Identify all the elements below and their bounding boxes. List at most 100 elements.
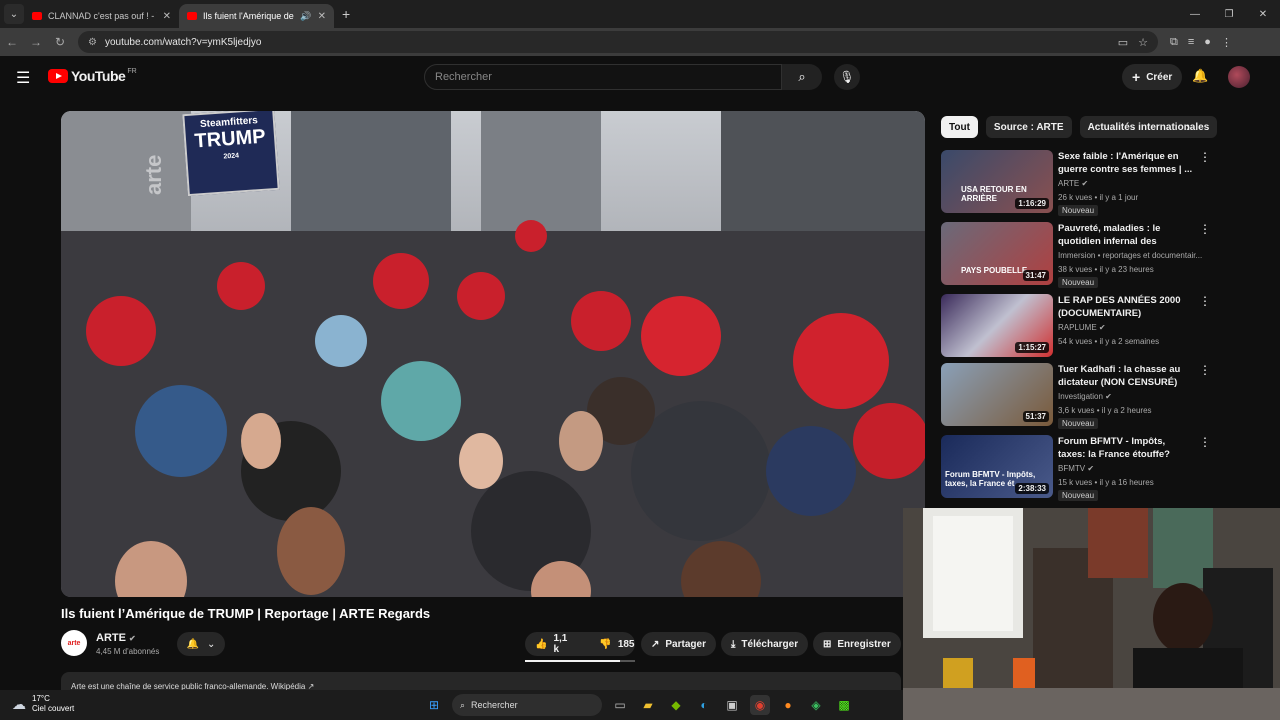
nvidia-icon[interactable]: ◆ <box>666 695 686 715</box>
rec-channel[interactable]: BFMTV ✔ <box>1058 464 1208 473</box>
account-avatar[interactable] <box>1228 66 1250 88</box>
reading-list-icon[interactable]: ≡ <box>1188 36 1194 49</box>
notifications-bell-icon[interactable]: 🔔 <box>1192 68 1208 84</box>
rec-title[interactable]: Tuer Kadhafi : la chasse au dictateur (N… <box>1058 363 1193 389</box>
dislike-count: 185 <box>617 638 635 650</box>
share-button[interactable]: ↗ Partager <box>641 632 716 656</box>
filter-chips: Tout Source : ARTE Actualités internatio… <box>941 116 1218 138</box>
chrome-icon[interactable]: ◉ <box>750 695 770 715</box>
tab-active-video[interactable]: Ils fuient l'Amérique de TRU 🔊 ✕ <box>179 4 334 28</box>
browser-menu-icon[interactable]: ⋮ <box>1221 36 1232 49</box>
microphone-icon: 🎙 <box>839 70 855 84</box>
extensions-icon[interactable]: ⧉ <box>1170 36 1178 49</box>
thumbs-up-icon: 👍 <box>535 638 548 650</box>
plus-icon: + <box>1132 69 1141 85</box>
hamburger-menu-icon[interactable]: ☰ <box>16 68 30 88</box>
task-view-icon[interactable]: ▭ <box>610 695 630 715</box>
voice-search-button[interactable]: 🎙 <box>834 64 860 90</box>
video-player[interactable]: arte Steamfitters TRUMP 2024 <box>61 111 925 597</box>
chip-source-arte[interactable]: Source : ARTE <box>985 116 1072 138</box>
description-box[interactable]: Arte est une chaîne de service public fr… <box>61 672 901 692</box>
duration-badge: 2:38:33 <box>1015 483 1049 494</box>
recommendation-item[interactable]: 1:15:27 LE RAP DES ANNÉES 2000 (DOCUMENT… <box>941 294 1221 360</box>
video-thumbnail[interactable]: USA RETOUR EN ARRIÈRE 1:16:29 <box>941 150 1053 213</box>
recommendation-item[interactable]: PAYS POUBELLE 31:47 Pauvreté, maladies :… <box>941 222 1221 288</box>
more-options-icon[interactable]: ⋮ <box>1199 294 1211 308</box>
forward-icon[interactable]: → <box>24 35 48 49</box>
duration-badge: 1:15:27 <box>1015 342 1049 353</box>
rec-title[interactable]: LE RAP DES ANNÉES 2000 (DOCUMENTAIRE) <box>1058 294 1193 320</box>
weather-widget[interactable]: ☁ 17°C Ciel couvert <box>12 694 74 714</box>
back-icon[interactable]: ← <box>0 35 24 49</box>
trump-sign: Steamfitters TRUMP 2024 <box>182 111 280 197</box>
video-thumbnail[interactable]: 1:15:27 <box>941 294 1053 357</box>
taskbar-search[interactable]: ⌕ Rechercher <box>452 694 602 716</box>
search-input[interactable]: Rechercher <box>424 64 782 90</box>
video-thumbnail[interactable]: PAYS POUBELLE 31:47 <box>941 222 1053 285</box>
chevron-right-icon[interactable]: › <box>1186 120 1190 134</box>
arte-watermark: arte <box>141 154 166 195</box>
rec-title[interactable]: Sexe faible : l'Amérique en guerre contr… <box>1058 150 1193 176</box>
like-ratio-bar <box>525 660 635 662</box>
file-explorer-icon[interactable]: ▰ <box>638 695 658 715</box>
store-icon[interactable]: ▣ <box>722 695 742 715</box>
tab-clannad[interactable]: CLANNAD c'est pas ouf ! - YouT ✕ <box>24 4 179 28</box>
firefox-icon[interactable]: ● <box>778 695 798 715</box>
search-button[interactable]: ⌕ <box>782 64 822 90</box>
channel-name[interactable]: ARTE ✔ <box>96 632 136 644</box>
windows-start-icon[interactable]: ⊞ <box>424 695 444 715</box>
youtube-favicon-icon <box>187 12 197 20</box>
channel-avatar[interactable]: arte <box>61 630 87 656</box>
like-button[interactable]: 👍 1,1 k <box>525 632 577 656</box>
chevron-down-icon: ⌄ <box>207 638 216 650</box>
site-info-icon[interactable]: ⚙ <box>88 37 97 48</box>
app-icon[interactable]: ◈ <box>806 695 826 715</box>
rec-channel-name: RAPLUME <box>1058 323 1097 332</box>
minimize-icon[interactable]: — <box>1178 9 1212 20</box>
restore-icon[interactable]: ❐ <box>1212 9 1246 20</box>
close-tab-icon[interactable]: ✕ <box>163 11 171 22</box>
chip-all[interactable]: Tout <box>941 116 978 138</box>
recommendation-item[interactable]: 51:37 Tuer Kadhafi : la chasse au dictat… <box>941 363 1221 429</box>
more-options-icon[interactable]: ⋮ <box>1199 150 1211 164</box>
recommendation-item[interactable]: Forum BFMTV - Impôts, taxes, la France é… <box>941 435 1221 501</box>
video-thumbnail[interactable]: Forum BFMTV - Impôts, taxes, la France é… <box>941 435 1053 498</box>
kick-icon[interactable]: ▩ <box>834 695 854 715</box>
video-thumbnail[interactable]: 51:37 <box>941 363 1053 426</box>
like-ratio-fill <box>525 660 620 662</box>
subscription-bell-button[interactable]: 🔔 ⌄ <box>177 632 225 656</box>
cast-icon[interactable]: ▭ <box>1118 36 1128 49</box>
webcam-scene <box>903 508 1280 720</box>
rec-title[interactable]: Pauvreté, maladies : le quotidien infern… <box>1058 222 1193 248</box>
recommendation-item[interactable]: USA RETOUR EN ARRIÈRE 1:16:29 Sexe faibl… <box>941 150 1221 216</box>
url-text: youtube.com/watch?v=ymK5ljedjyo <box>104 36 262 48</box>
rec-meta: 54 k vues • il y a 2 semaines <box>1058 337 1160 346</box>
rec-channel[interactable]: RAPLUME ✔ <box>1058 323 1208 332</box>
more-options-icon[interactable]: ⋮ <box>1199 435 1211 449</box>
download-label: Télécharger <box>741 638 799 650</box>
profile-icon[interactable]: ● <box>1204 36 1211 49</box>
edge-icon[interactable]: ◐ <box>694 695 714 715</box>
weather-description: Ciel couvert <box>32 704 75 713</box>
close-tab-icon[interactable]: ✕ <box>318 11 326 22</box>
rec-channel[interactable]: Investigation ✔ <box>1058 392 1208 401</box>
extensions-area: ⧉ ≡ ● ⋮ <box>1170 36 1232 49</box>
rec-channel[interactable]: Immersion • reportages et documentair... <box>1058 251 1208 260</box>
more-options-icon[interactable]: ⋮ <box>1199 222 1211 236</box>
rec-channel[interactable]: ARTE ✔ <box>1058 179 1208 188</box>
url-field[interactable]: ⚙ youtube.com/watch?v=ymK5ljedjyo ▭ ☆ <box>78 31 1158 53</box>
rec-title[interactable]: Forum BFMTV - Impôts, taxes: la France é… <box>1058 435 1193 461</box>
bookmark-star-icon[interactable]: ☆ <box>1138 36 1148 49</box>
save-button[interactable]: ⊞ Enregistrer <box>813 632 901 656</box>
create-button[interactable]: + Créer <box>1122 64 1183 90</box>
more-options-icon[interactable]: ⋮ <box>1199 363 1211 377</box>
download-button[interactable]: ⤓ Télécharger <box>721 632 809 656</box>
speaker-icon[interactable]: 🔊 <box>300 11 311 22</box>
reload-icon[interactable]: ↻ <box>48 35 72 49</box>
close-window-icon[interactable]: ✕ <box>1246 9 1280 20</box>
dislike-button[interactable]: 👎 185 <box>589 632 644 656</box>
chip-international-news[interactable]: Actualités internationales <box>1079 116 1218 138</box>
tab-search-button[interactable]: ⌄ <box>4 4 24 24</box>
youtube-logo[interactable]: YouTube FR <box>48 68 137 84</box>
new-tab-button[interactable]: + <box>342 6 350 22</box>
